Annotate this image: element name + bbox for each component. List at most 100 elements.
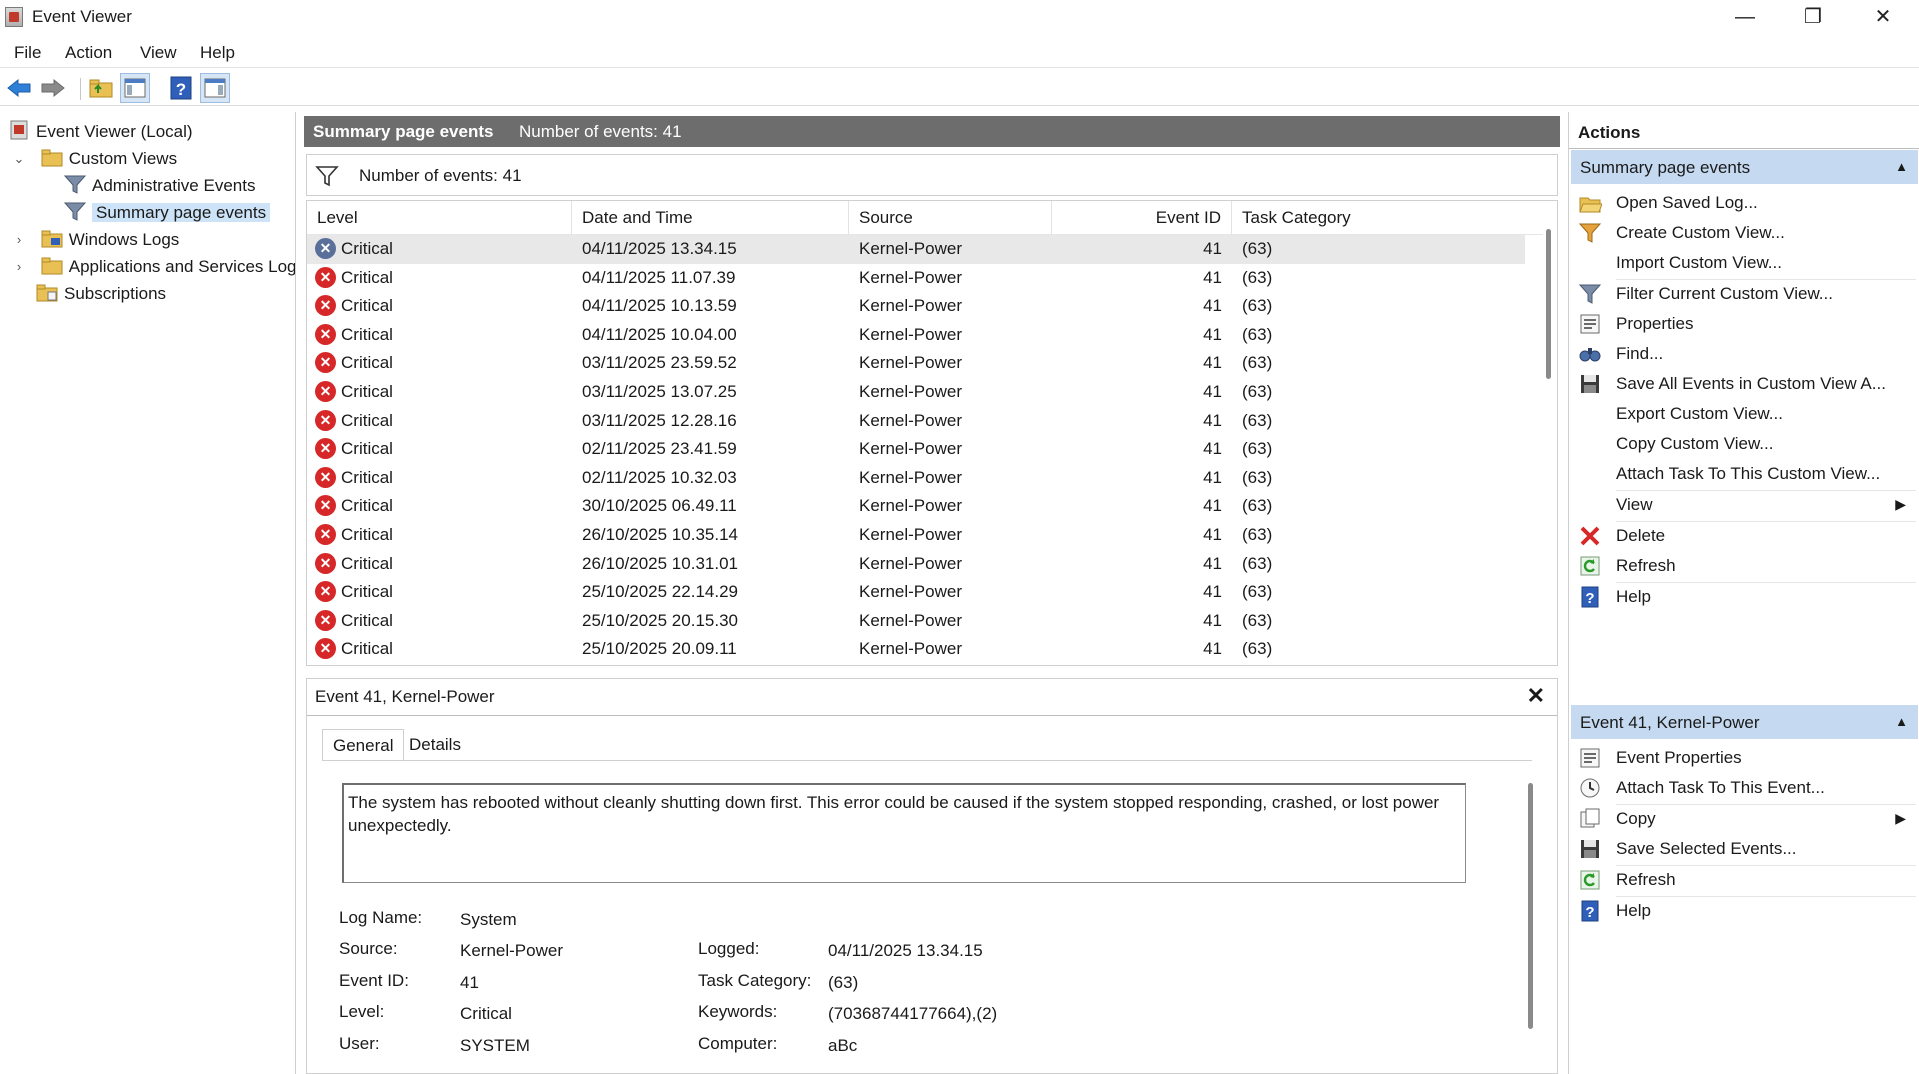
table-row[interactable]: ✕ Critical 25/10/2025 20.15.30 Kernel-Power… [307,607,1525,636]
menu-action[interactable]: Action [65,43,112,63]
action-save-selected-events[interactable]: Save Selected Events... [1569,834,1918,864]
action-label: Help [1616,587,1651,606]
action-refresh[interactable]: Refresh [1569,551,1918,581]
table-row[interactable]: ✕ Critical 25/10/2025 22.14.29 Kernel-Power… [307,578,1525,607]
filter-current-custom-view-icon [1578,282,1602,306]
cell-source: Kernel-Power [859,410,962,430]
back-arrow-icon[interactable] [4,73,34,103]
table-row[interactable]: ✕ Critical 30/10/2025 06.49.11 Kernel-Power… [307,492,1525,521]
close-window-button[interactable]: ✕ [1848,0,1918,34]
table-row[interactable]: ✕ Critical 03/11/2025 23.59.52 Kernel-Power… [307,349,1525,378]
show-hide-action-pane-icon[interactable] [200,73,230,103]
event-count: Number of events: 41 [519,122,682,141]
collapse-up-icon[interactable]: ▲ [1895,714,1908,729]
chevron-right-icon[interactable]: › [12,260,26,274]
action-copy-custom-view[interactable]: Copy Custom View... [1569,429,1918,459]
tab-details[interactable]: Details [399,729,471,761]
table-scrollbar[interactable] [1546,229,1551,379]
action-find[interactable]: Find... [1569,339,1918,369]
cell-event-id: 41 [1203,353,1222,373]
column-header-task-category[interactable]: Task Category [1232,201,1432,235]
delete-icon [1578,524,1602,548]
close-icon[interactable]: ✕ [1527,683,1545,709]
cell-source: Kernel-Power [859,467,962,487]
action-attach-task-custom-view[interactable]: Attach Task To This Custom View... [1569,459,1918,489]
restore-button[interactable]: ❐ [1778,0,1848,34]
tree-item-administrative-events[interactable]: Administrative Events [63,172,255,199]
action-attach-task-event[interactable]: Attach Task To This Event... [1569,773,1918,803]
column-header-date[interactable]: Date and Time [572,201,849,235]
show-hide-tree-icon[interactable] [120,73,150,103]
forward-arrow-icon[interactable] [38,73,68,103]
table-row[interactable]: ✕ Critical 26/10/2025 10.35.14 Kernel-Power… [307,521,1525,550]
cell-date: 26/10/2025 10.31.01 [582,553,738,573]
chevron-down-icon[interactable]: ⌄ [12,152,26,166]
minimize-button[interactable]: — [1710,0,1780,34]
action-open-saved-log[interactable]: Open Saved Log... [1569,188,1918,218]
table-row[interactable]: ✕ Critical 04/11/2025 10.13.59 Kernel-Power… [307,292,1525,321]
chevron-right-icon[interactable]: › [12,233,26,247]
action-label: Save Selected Events... [1616,839,1797,858]
folder-up-icon[interactable] [86,73,116,103]
table-row[interactable]: ✕ Critical 26/10/2025 10.31.01 Kernel-Power… [307,550,1525,579]
action-label: Find... [1616,344,1664,363]
actions-group-event[interactable]: Event 41, Kernel-Power ▲ [1571,705,1918,739]
label-source: Source: [339,939,398,958]
tree-item-applications-and-services-logs[interactable]: › Applications and Services Logs [12,253,295,280]
table-row[interactable]: ✕ Critical 04/11/2025 11.07.39 Kernel-Power… [307,264,1525,293]
menu-view[interactable]: View [140,43,177,63]
action-properties[interactable]: Properties [1569,309,1918,339]
table-row[interactable]: ✕ Critical 04/11/2025 10.04.00 Kernel-Power… [307,321,1525,350]
action-label: Open Saved Log... [1616,193,1758,212]
column-header-level[interactable]: Level [307,201,572,235]
save-all-events-icon [1578,372,1602,396]
event-description[interactable]: The system has rebooted without cleanly … [342,783,1466,883]
label-log-name: Log Name: [339,908,423,927]
tree-item-event-viewer-local[interactable]: Event Viewer (Local) [8,118,193,145]
title-bar: Event Viewer — ❐ ✕ [0,0,1919,34]
cell-level: Critical [341,553,393,573]
cell-source: Kernel-Power [859,496,962,516]
action-filter-current-custom-view[interactable]: Filter Current Custom View... [1569,279,1918,309]
cell-level: Critical [341,382,393,401]
event-viewer-app-icon [5,7,23,27]
tree-item-summary-page-events[interactable]: Summary page events [63,199,271,226]
action-refresh[interactable]: Refresh [1569,865,1918,895]
action-export-custom-view[interactable]: Export Custom View... [1569,399,1918,429]
table-row[interactable]: ✕ Critical 03/11/2025 12.28.16 Kernel-Power… [307,407,1525,436]
tree-item-custom-views[interactable]: ⌄ Custom Views [12,145,178,172]
table-row[interactable]: ✕ Critical 02/11/2025 23.41.59 Kernel-Power… [307,435,1525,464]
help-icon[interactable]: ? [166,73,196,103]
tab-general[interactable]: General [322,729,405,761]
menu-help[interactable]: Help [200,43,235,63]
table-row[interactable]: ✕ Critical 02/11/2025 10.32.03 Kernel-Power… [307,464,1525,493]
action-create-custom-view[interactable]: Create Custom View... [1569,218,1918,248]
column-header-source[interactable]: Source [849,201,1052,235]
collapse-up-icon[interactable]: ▲ [1895,159,1908,174]
cell-date: 04/11/2025 13.34.15 [582,239,737,258]
cell-event-id: 41 [1203,639,1222,659]
table-row[interactable]: ✕ Critical 04/11/2025 13.34.15 Kernel-Power… [307,235,1525,264]
action-help[interactable]: ? Help [1569,582,1918,612]
action-copy[interactable]: Copy ▶ [1569,804,1918,834]
value-task-category: (63) [828,973,859,992]
action-view[interactable]: View ▶ [1569,490,1918,520]
tree-item-subscriptions[interactable]: Subscriptions [36,280,166,307]
critical-error-icon: ✕ [315,295,336,317]
cell-date: 25/10/2025 22.14.29 [582,582,738,602]
actions-group-summary[interactable]: Summary page events ▲ [1571,150,1918,184]
action-help[interactable]: ? Help [1569,896,1918,926]
menu-file[interactable]: File [14,43,41,63]
action-import-custom-view[interactable]: Import Custom View... [1569,248,1918,278]
action-delete[interactable]: Delete [1569,521,1918,551]
details-scrollbar[interactable] [1528,783,1533,1029]
find-icon [1578,342,1602,366]
action-event-properties[interactable]: Event Properties [1569,743,1918,773]
action-save-all-events[interactable]: Save All Events in Custom View A... [1569,369,1918,399]
column-header-event-id[interactable]: Event ID [1052,201,1232,235]
cell-date: 03/11/2025 23.59.52 [582,353,737,373]
table-row[interactable]: ✕ Critical 25/10/2025 20.09.11 Kernel-Power… [307,635,1525,664]
table-row[interactable]: ✕ Critical 03/11/2025 13.07.25 Kernel-Power… [307,378,1525,407]
critical-error-icon: ✕ [315,438,336,460]
tree-item-windows-logs[interactable]: › Windows Logs [12,226,179,253]
